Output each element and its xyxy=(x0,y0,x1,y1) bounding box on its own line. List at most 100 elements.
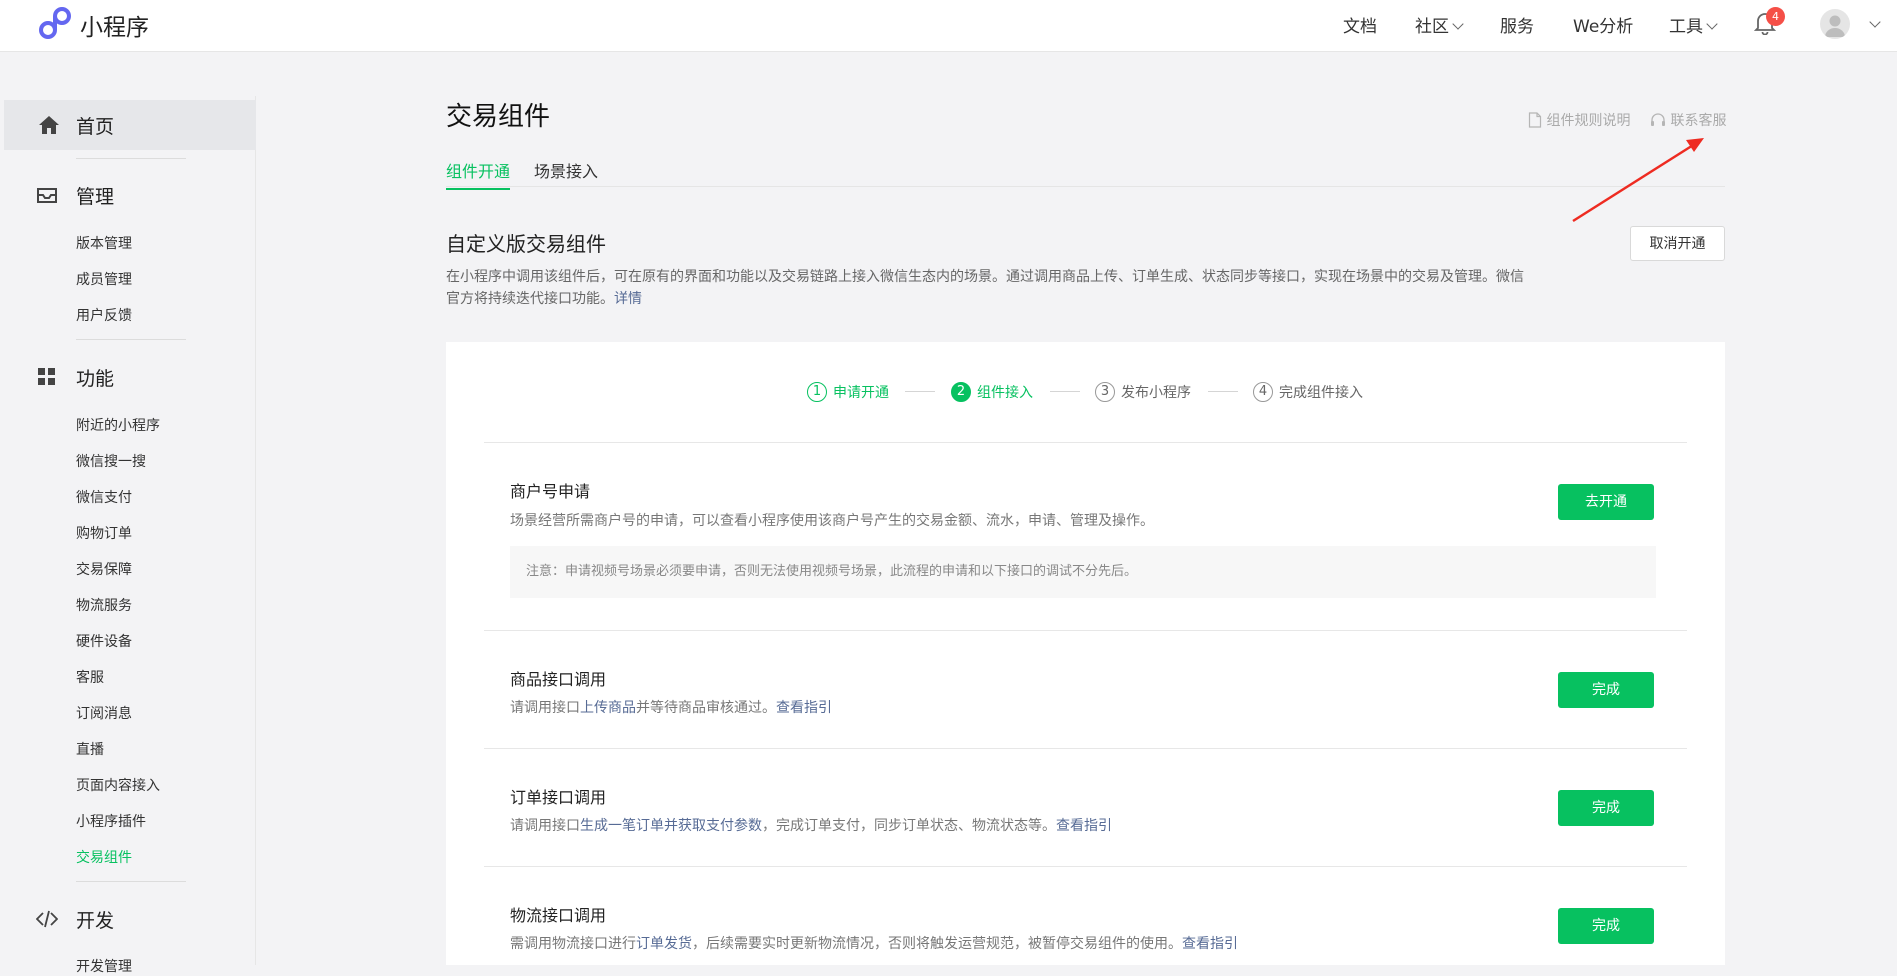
user-icon xyxy=(1825,15,1845,37)
document-icon xyxy=(1528,112,1542,128)
sidebar-item-logistics[interactable]: 物流服务 xyxy=(76,595,132,615)
sidebar-section-label: 功能 xyxy=(76,368,115,390)
brand-name[interactable]: 小程序 xyxy=(80,8,149,42)
desc-text: ，完成订单支付，同步订单状态、物流状态等。 xyxy=(762,818,1056,834)
view-guide-link[interactable]: 查看指引 xyxy=(776,700,832,716)
step-apply: 1 申请开通 xyxy=(807,382,889,402)
step-indicator: 1 申请开通 2 组件接入 3 发布小程序 4 完成组件接入 xyxy=(446,382,1725,412)
sidebar-item-feedback[interactable]: 用户反馈 xyxy=(76,305,132,325)
upload-product-link[interactable]: 上传商品 xyxy=(580,700,636,716)
details-link[interactable]: 详情 xyxy=(614,291,642,307)
nav-docs[interactable]: 文档 xyxy=(1343,12,1377,37)
logistics-complete-button[interactable]: 完成 xyxy=(1558,908,1654,944)
nav-services[interactable]: 服务 xyxy=(1500,12,1534,37)
divider xyxy=(484,630,1687,631)
sidebar-item-nearby[interactable]: 附近的小程序 xyxy=(76,415,160,435)
sidebar-item-customer-service[interactable]: 客服 xyxy=(76,667,104,687)
ship-order-link[interactable]: 订单发货 xyxy=(636,936,692,952)
step-number: 2 xyxy=(951,382,971,402)
rules-link[interactable]: 组件规则说明 xyxy=(1528,110,1630,130)
step-connector xyxy=(1050,391,1080,392)
sidebar-item-page-content[interactable]: 页面内容接入 xyxy=(76,775,160,795)
nav-analytics[interactable]: We分析 xyxy=(1573,12,1633,37)
sidebar-item-shopping-orders[interactable]: 购物订单 xyxy=(76,523,132,543)
top-bar: 小程序 文档 社区 服务 We分析 工具 4 xyxy=(0,0,1897,52)
sidebar-item-pay[interactable]: 微信支付 xyxy=(76,487,132,507)
cancel-activation-button[interactable]: 取消开通 xyxy=(1630,226,1725,261)
divider xyxy=(484,442,1687,443)
step-integrate: 2 组件接入 xyxy=(951,382,1033,402)
tab-scene-access[interactable]: 场景接入 xyxy=(534,158,598,188)
sidebar-section-develop[interactable]: 开发 xyxy=(0,896,256,940)
step-connector xyxy=(1208,391,1238,392)
sidebar-section-features[interactable]: 功能 xyxy=(0,354,256,398)
order-row-desc: 请调用接口生成一笔订单并获取支付参数，完成订单支付，同步订单状态、物流状态等。查… xyxy=(510,815,1112,835)
nav-tools[interactable]: 工具 xyxy=(1669,12,1718,37)
description-text: 在小程序中调用该组件后，可在原有的界面和功能以及交易链路上接入微信生态内的场景。… xyxy=(446,269,1524,307)
step-label: 完成组件接入 xyxy=(1279,385,1363,401)
desc-text: 请调用接口 xyxy=(510,700,580,716)
step-connector xyxy=(905,391,935,392)
rules-link-label: 组件规则说明 xyxy=(1546,113,1631,129)
divider xyxy=(76,158,186,159)
avatar[interactable] xyxy=(1820,9,1850,39)
create-order-link[interactable]: 生成一笔订单并获取支付参数 xyxy=(580,818,762,834)
order-complete-button[interactable]: 完成 xyxy=(1558,790,1654,826)
headset-icon xyxy=(1651,113,1665,126)
product-row-desc: 请调用接口上传商品并等待商品审核通过。查看指引 xyxy=(510,697,832,717)
view-guide-link[interactable]: 查看指引 xyxy=(1182,936,1238,952)
product-row-title: 商品接口调用 xyxy=(510,670,607,689)
sidebar-section-label: 管理 xyxy=(76,186,115,208)
merchant-row-title: 商户号申请 xyxy=(510,482,591,501)
tab-component-activation[interactable]: 组件开通 xyxy=(446,158,511,190)
sidebar-section-manage[interactable]: 管理 xyxy=(0,172,256,216)
sidebar-home-label: 首页 xyxy=(76,116,115,138)
grid-icon xyxy=(38,368,55,385)
sidebar-item-plugins[interactable]: 小程序插件 xyxy=(76,811,146,831)
home-icon xyxy=(39,116,59,134)
chevron-down-icon xyxy=(1452,18,1464,30)
desc-text: 请调用接口 xyxy=(510,818,580,834)
sidebar-item-live[interactable]: 直播 xyxy=(76,739,104,759)
progress-card: 1 申请开通 2 组件接入 3 发布小程序 4 完成组件接入 商户号申请 场景经营所需商… xyxy=(446,342,1725,965)
tab-bar: 组件开通 场景接入 xyxy=(446,158,1725,190)
code-icon xyxy=(36,910,58,928)
sidebar-item-search[interactable]: 微信搜一搜 xyxy=(76,451,146,471)
view-guide-link[interactable]: 查看指引 xyxy=(1056,818,1112,834)
sidebar-item-home[interactable]: 首页 xyxy=(4,100,256,150)
page-title: 交易组件 xyxy=(446,102,551,132)
nav-community-label: 社区 xyxy=(1415,17,1449,37)
sidebar: 首页 管理 版本管理 成员管理 用户反馈 功能 附近的小程序 微信搜一搜 微信支… xyxy=(0,96,256,975)
section-title: 自定义版交易组件 xyxy=(446,232,606,256)
sidebar-item-transaction-component[interactable]: 交易组件 xyxy=(76,847,132,867)
chevron-down-icon xyxy=(1706,18,1718,30)
step-label: 组件接入 xyxy=(977,385,1033,401)
sidebar-item-subscribe[interactable]: 订阅消息 xyxy=(76,703,132,723)
activate-merchant-button[interactable]: 去开通 xyxy=(1558,484,1654,520)
product-complete-button[interactable]: 完成 xyxy=(1558,672,1654,708)
sidebar-item-dev-manage[interactable]: 开发管理 xyxy=(76,956,132,976)
contact-service-label: 联系客服 xyxy=(1670,113,1727,129)
nav-community[interactable]: 社区 xyxy=(1415,12,1464,37)
divider xyxy=(484,748,1687,749)
miniprogram-logo-icon[interactable] xyxy=(38,6,72,40)
desc-text: 需调用物流接口进行 xyxy=(510,936,636,952)
sidebar-item-members[interactable]: 成员管理 xyxy=(76,269,132,289)
divider xyxy=(76,881,186,882)
nav-tools-label: 工具 xyxy=(1669,17,1703,37)
merchant-row-desc: 场景经营所需商户号的申请，可以查看小程序使用该商户号产生的交易金额、流水，申请、… xyxy=(510,513,1154,529)
step-publish: 3 发布小程序 xyxy=(1095,382,1191,402)
sidebar-item-hardware[interactable]: 硬件设备 xyxy=(76,631,132,651)
step-number: 4 xyxy=(1253,382,1273,402)
notification-badge: 4 xyxy=(1766,7,1785,26)
contact-service-link[interactable]: 联系客服 xyxy=(1650,110,1726,130)
chevron-down-icon[interactable] xyxy=(1869,16,1881,28)
inbox-icon xyxy=(37,188,57,203)
step-number: 3 xyxy=(1095,382,1115,402)
logistics-row-desc: 需调用物流接口进行订单发货，后续需要实时更新物流情况，否则将触发运营规范，被暂停… xyxy=(510,933,1238,953)
desc-text: ，后续需要实时更新物流情况，否则将触发运营规范，被暂停交易组件的使用。 xyxy=(692,936,1182,952)
step-label: 申请开通 xyxy=(833,385,889,401)
sidebar-item-version[interactable]: 版本管理 xyxy=(76,233,132,253)
desc-text: 并等待商品审核通过。 xyxy=(636,700,776,716)
sidebar-item-guarantee[interactable]: 交易保障 xyxy=(76,559,132,579)
